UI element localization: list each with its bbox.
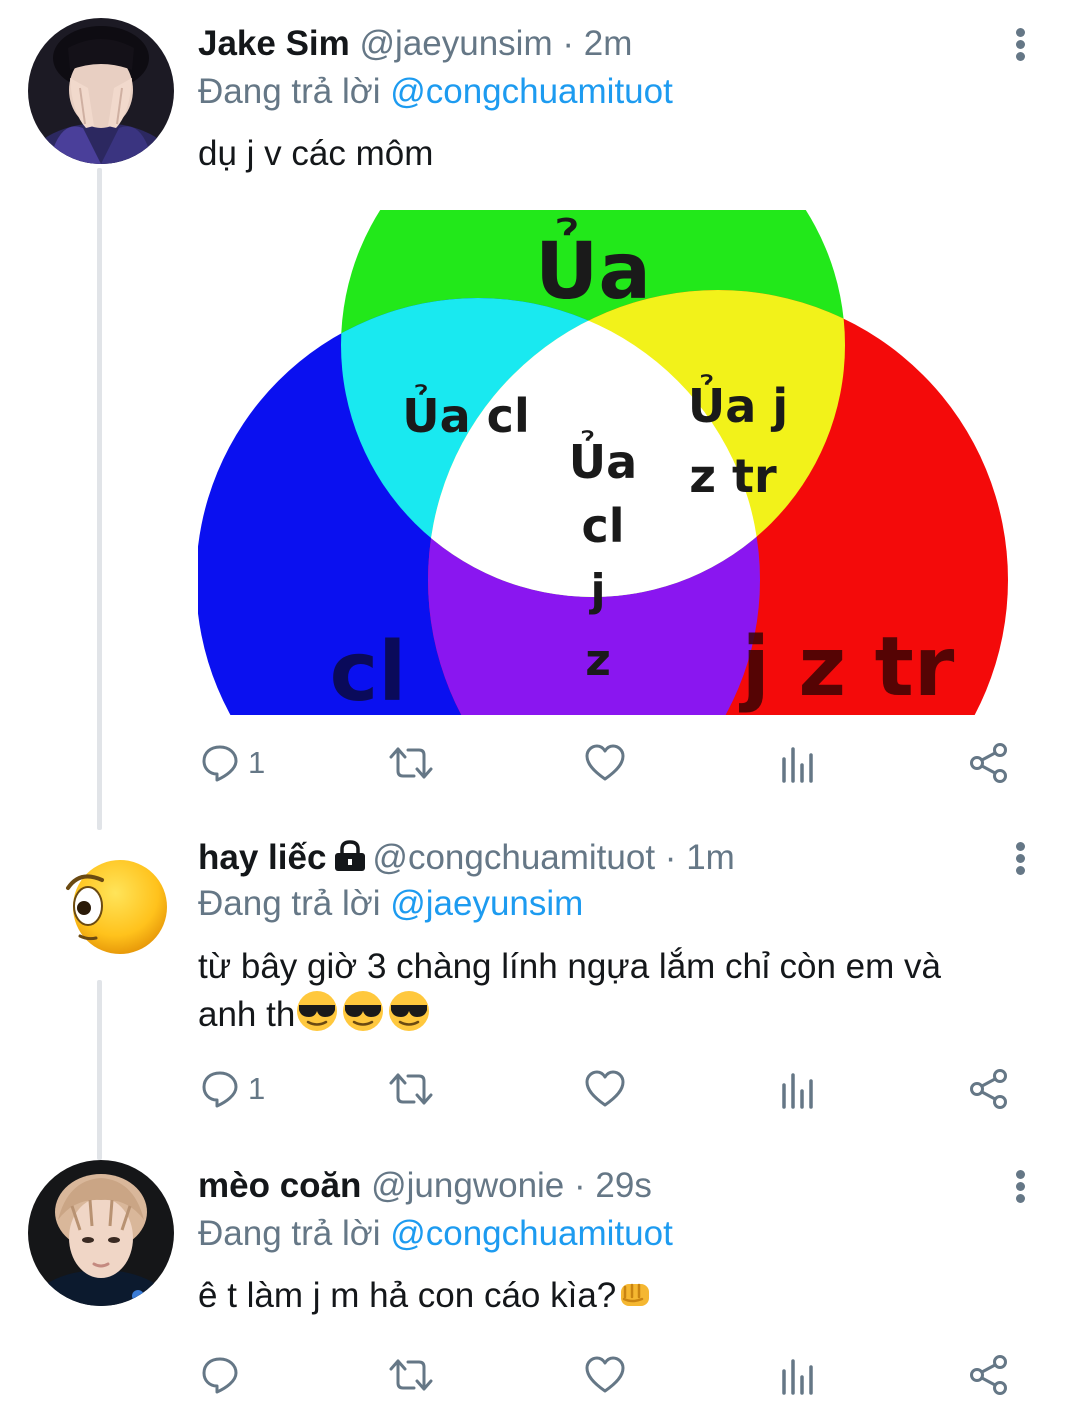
like-button[interactable] — [584, 738, 626, 788]
tweet-text-line: anh th — [198, 990, 1048, 1038]
tweet-text: ê t làm j m hả con cáo kìa? — [198, 1273, 1048, 1319]
tweet-header: Jake Sim @jaeyunsim · 2m — [198, 22, 632, 66]
like-button[interactable] — [584, 1064, 626, 1114]
tweet-meo-coan[interactable]: mèo coăn @jungwonie · 29s Đang trả lời @… — [0, 1160, 1080, 1418]
tweet-actions — [198, 1350, 1028, 1400]
venn-label-right-mid-1: Ủa j — [688, 374, 788, 433]
share-icon — [970, 1355, 1007, 1395]
separator: · — [664, 838, 677, 877]
retweet-button[interactable] — [388, 1064, 434, 1114]
reply-icon — [202, 1357, 238, 1394]
sunglasses-emoji-icon — [297, 991, 430, 1031]
fist-emoji-icon — [621, 1283, 650, 1306]
timestamp[interactable]: 1m — [686, 838, 735, 877]
views-button[interactable] — [778, 1064, 818, 1114]
reply-icon — [202, 745, 238, 782]
share-button[interactable] — [968, 1350, 1010, 1400]
like-icon — [585, 744, 625, 781]
views-button[interactable] — [778, 738, 818, 788]
tweet-text: dụ j v các môm — [198, 134, 434, 173]
share-button[interactable] — [968, 1064, 1010, 1114]
reply-count: 1 — [248, 1071, 266, 1106]
venn-label-left-mid: Ủa cl — [402, 384, 529, 443]
views-button[interactable] — [778, 1350, 818, 1400]
reply-mention[interactable]: @congchuamituot — [390, 72, 673, 111]
reply-button[interactable]: 1 — [200, 1064, 265, 1114]
tweet-text-fragment: ê t làm j m hả con cáo kìa? — [198, 1276, 617, 1315]
thread-line — [97, 168, 102, 830]
venn-label-right-mid-2: z tr — [689, 449, 777, 503]
like-icon — [585, 1356, 625, 1393]
replying-to: Đang trả lời @congchuamituot — [198, 70, 673, 114]
replying-to-label: Đang trả lời — [198, 884, 381, 923]
replying-to-label: Đang trả lời — [198, 72, 381, 111]
display-name[interactable]: hay liếc — [198, 838, 326, 877]
display-name[interactable]: mèo coăn — [198, 1166, 361, 1205]
reply-count: 1 — [248, 745, 266, 780]
user-handle[interactable]: @jungwonie — [371, 1166, 564, 1205]
venn-label-top: Ủa — [535, 217, 651, 317]
share-icon — [970, 1069, 1007, 1109]
replying-to-label: Đang trả lời — [198, 1214, 381, 1253]
timestamp[interactable]: 2m — [584, 24, 633, 63]
share-icon — [970, 743, 1007, 783]
tweet-text: từ bây giờ 3 chàng lính ngựa lắm chỉ còn… — [198, 944, 1048, 1038]
venn-label-center-2: cl — [581, 499, 624, 553]
reply-button[interactable] — [200, 1350, 248, 1400]
display-name[interactable]: Jake Sim — [198, 24, 350, 63]
more-icon[interactable] — [1006, 1166, 1036, 1206]
retweet-icon — [389, 747, 433, 779]
venn-label-left: cl — [330, 625, 407, 715]
reply-mention[interactable]: @jaeyunsim — [390, 884, 583, 923]
views-icon — [782, 1359, 813, 1395]
tweet-header: mèo coăn @jungwonie · 29s — [198, 1164, 652, 1208]
user-handle[interactable]: @congchuamituot — [372, 838, 655, 877]
avatar[interactable] — [28, 1160, 174, 1306]
tweet-jake-sim[interactable]: Jake Sim @jaeyunsim · 2m Đang trả lời @c… — [0, 0, 1080, 830]
tweet-header: hay liếc @congchuamituot · 1m — [198, 836, 735, 880]
replying-to: Đang trả lời @congchuamituot — [198, 1212, 673, 1256]
reply-button[interactable]: 1 — [200, 738, 265, 788]
separator: · — [574, 1166, 586, 1205]
venn-label-right: j z tr — [739, 620, 955, 715]
retweet-button[interactable] — [388, 738, 434, 788]
reply-icon — [202, 1071, 238, 1108]
timestamp[interactable]: 29s — [595, 1166, 651, 1205]
avatar[interactable] — [28, 834, 174, 980]
thread-line — [97, 980, 102, 1160]
reply-mention[interactable]: @congchuamituot — [390, 1214, 673, 1253]
venn-label-bottom-2: z — [585, 635, 611, 686]
tweet-text-fragment: anh th — [198, 995, 296, 1034]
venn-label-center-1: Ủa — [569, 430, 637, 489]
more-icon[interactable] — [1006, 24, 1036, 64]
like-icon — [585, 1070, 625, 1107]
more-icon[interactable] — [1006, 838, 1036, 878]
retweet-button[interactable] — [388, 1350, 434, 1400]
retweet-icon — [389, 1359, 433, 1391]
tweet-image[interactable]: Ủa Ủa cl Ủa j z tr Ủa cl j z cl j z tr — [198, 210, 1008, 715]
tweet-text-line: từ bây giờ 3 chàng lính ngựa lắm chỉ còn… — [198, 947, 941, 986]
venn-label-bottom-1: j — [588, 565, 605, 616]
tweet-actions: 1 — [198, 1064, 1028, 1114]
views-icon — [782, 747, 813, 783]
like-button[interactable] — [584, 1350, 626, 1400]
views-icon — [782, 1073, 813, 1109]
avatar[interactable] — [28, 18, 174, 164]
replying-to: Đang trả lời @jaeyunsim — [198, 882, 583, 926]
tweet-hay-liec[interactable]: hay liếc @congchuamituot · 1m Đang trả lờ… — [0, 830, 1080, 1160]
tweet-actions: 1 — [198, 738, 1028, 788]
retweet-icon — [389, 1073, 433, 1105]
separator: · — [562, 24, 575, 63]
lock-icon — [335, 840, 366, 871]
share-button[interactable] — [968, 738, 1010, 788]
user-handle[interactable]: @jaeyunsim — [360, 24, 553, 63]
